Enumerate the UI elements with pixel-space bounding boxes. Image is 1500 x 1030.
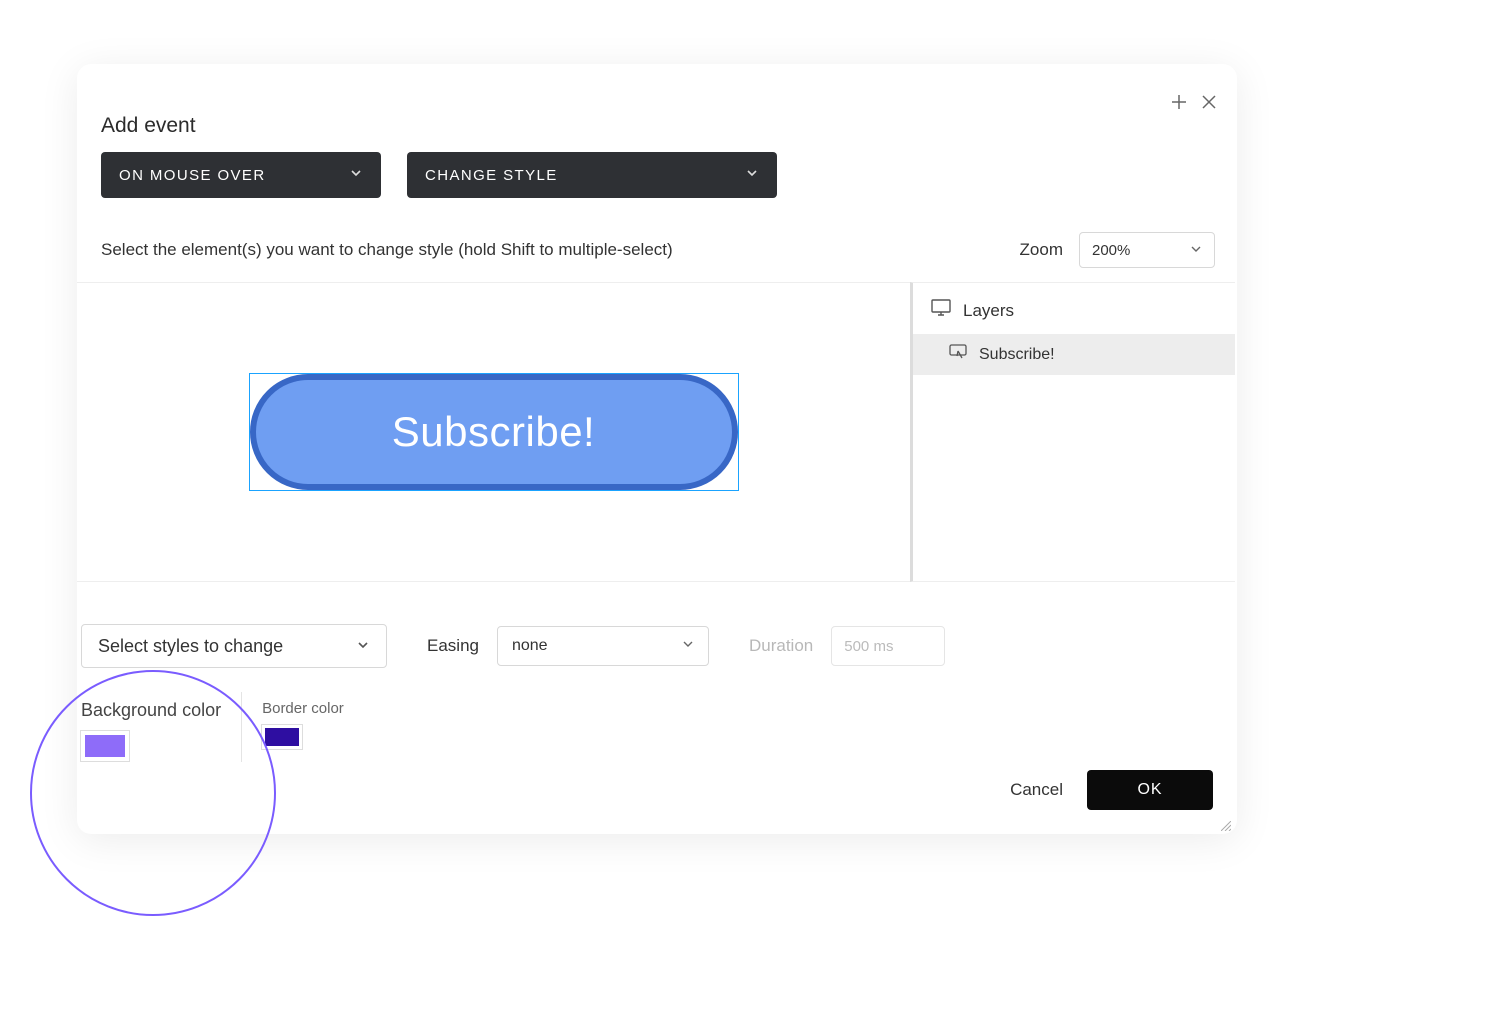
button-layer-icon <box>949 344 967 365</box>
chevron-down-icon <box>356 636 370 657</box>
resize-handle-icon[interactable] <box>1221 818 1231 828</box>
canvas-area[interactable]: Subscribe! <box>77 282 910 582</box>
monitor-icon <box>931 299 951 322</box>
layers-panel: Layers Subscribe! <box>910 282 1235 582</box>
duration-control: Duration 500 ms <box>749 626 945 666</box>
layers-header: Layers <box>913 283 1235 334</box>
duration-value: 500 ms <box>844 638 893 655</box>
styles-to-change-select[interactable]: Select styles to change <box>81 624 387 668</box>
duration-input[interactable]: 500 ms <box>831 626 945 666</box>
panel-title: Add event <box>101 114 196 138</box>
styles-select-label: Select styles to change <box>98 636 283 657</box>
cancel-button[interactable]: Cancel <box>1010 780 1063 800</box>
selection-outline: Subscribe! <box>249 373 739 491</box>
event-action-label: CHANGE STYLE <box>425 167 558 184</box>
layer-item-label: Subscribe! <box>979 346 1055 364</box>
background-color-swatch[interactable] <box>81 731 129 761</box>
border-color-swatch[interactable] <box>262 725 302 749</box>
panel-window-controls <box>1169 92 1219 112</box>
footer-actions: Cancel OK <box>1010 770 1213 810</box>
background-color-label: Background color <box>81 700 221 721</box>
add-icon[interactable] <box>1169 92 1189 112</box>
style-config-row: Select styles to change Easing none Dura… <box>77 610 1237 668</box>
layer-item-subscribe[interactable]: Subscribe! <box>913 334 1235 375</box>
chevron-down-icon <box>682 637 694 655</box>
easing-label: Easing <box>427 636 479 656</box>
duration-label: Duration <box>749 636 813 656</box>
event-config-row: ON MOUSE OVER CHANGE STYLE <box>101 152 777 198</box>
easing-select[interactable]: none <box>497 626 709 666</box>
add-event-panel: Add event ON MOUSE OVER CHANGE STYLE Sel… <box>77 64 1237 834</box>
border-color-block: Border color <box>241 692 364 762</box>
subscribe-button-preview[interactable]: Subscribe! <box>250 374 738 490</box>
border-color-label: Border color <box>262 700 344 717</box>
zoom-value: 200% <box>1092 242 1130 259</box>
instruction-text: Select the element(s) you want to change… <box>101 240 673 260</box>
background-color-block: Background color <box>77 692 241 774</box>
event-trigger-select[interactable]: ON MOUSE OVER <box>101 152 381 198</box>
zoom-select[interactable]: 200% <box>1079 232 1215 268</box>
zoom-label: Zoom <box>1020 240 1063 260</box>
layers-header-label: Layers <box>963 301 1014 321</box>
easing-value: none <box>512 637 548 655</box>
chevron-down-icon <box>1190 242 1202 259</box>
easing-control: Easing none <box>427 626 709 666</box>
event-action-select[interactable]: CHANGE STYLE <box>407 152 777 198</box>
zoom-control: Zoom 200% <box>1020 232 1215 268</box>
close-icon[interactable] <box>1199 92 1219 112</box>
ok-button-label: OK <box>1137 781 1162 799</box>
color-swatches-row: Background color Border color <box>77 692 364 774</box>
chevron-down-icon <box>745 166 759 184</box>
ok-button[interactable]: OK <box>1087 770 1213 810</box>
event-trigger-label: ON MOUSE OVER <box>119 167 266 184</box>
chevron-down-icon <box>349 166 363 184</box>
subscribe-button-text: Subscribe! <box>392 408 595 456</box>
